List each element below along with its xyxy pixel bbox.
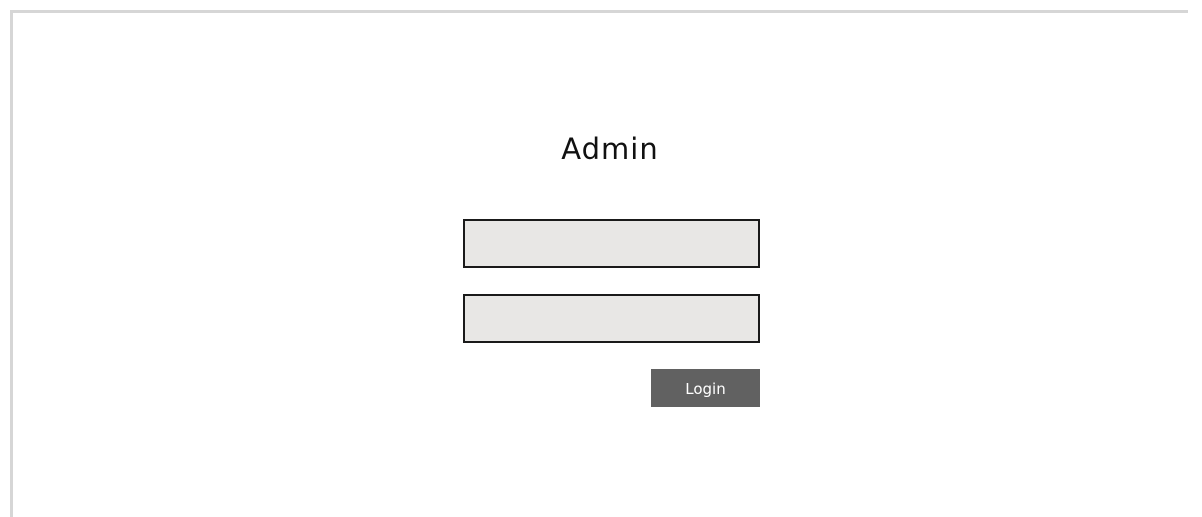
top-divider: [10, 10, 1188, 13]
page-title: Admin: [561, 132, 659, 166]
password-input[interactable]: [463, 294, 760, 343]
login-page: Admin Login: [0, 0, 1202, 517]
username-input[interactable]: [463, 219, 760, 268]
left-divider: [10, 10, 13, 517]
login-button[interactable]: Login: [651, 369, 760, 407]
